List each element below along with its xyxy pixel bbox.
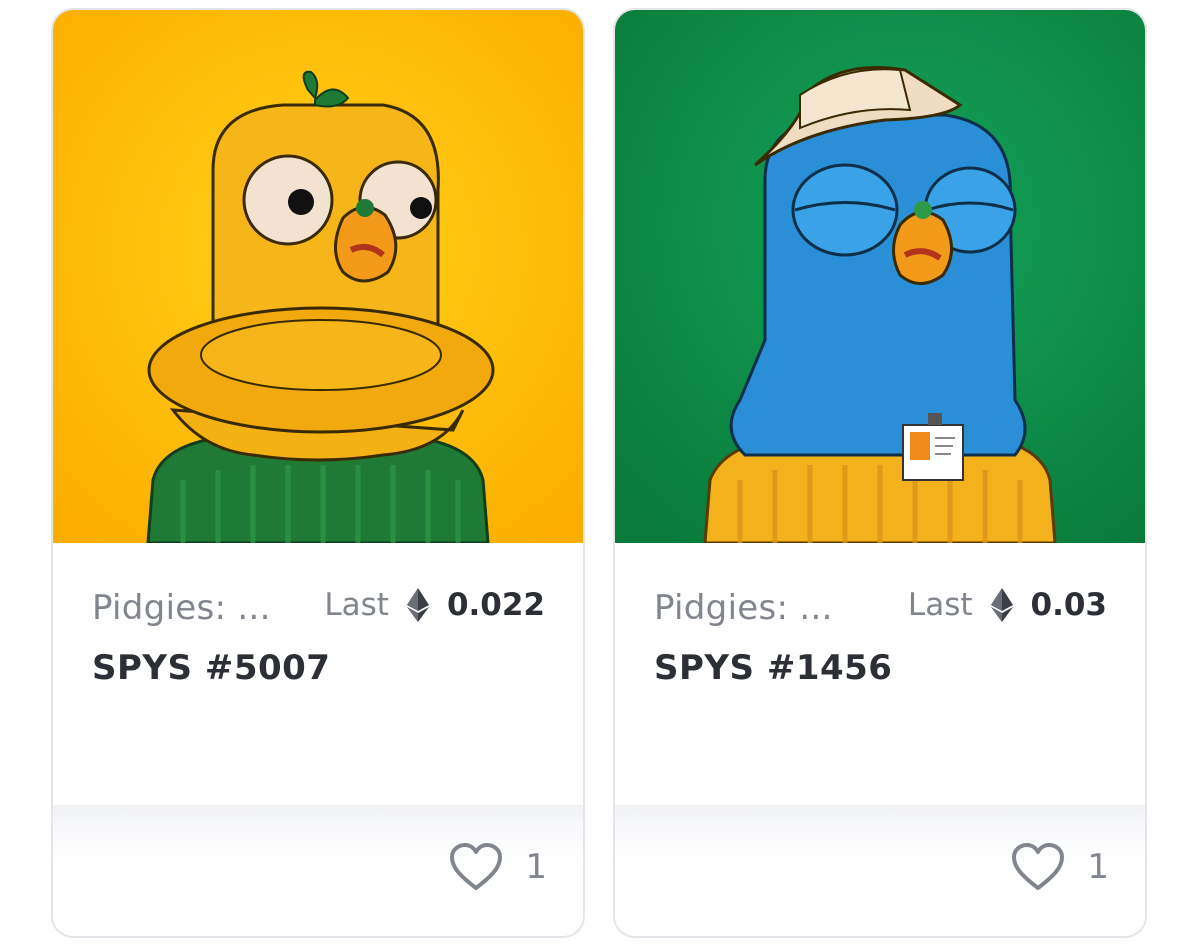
heart-outline-icon[interactable]: [1011, 843, 1065, 891]
nft-image[interactable]: [53, 10, 583, 543]
card-info: Pidgies: ... Last 0.022 SPYS #5007: [53, 543, 583, 805]
nft-card-grid: Pidgies: ... Last 0.022 SPYS #5007 1 Pid…: [0, 0, 1200, 950]
last-price-value: 0.022: [446, 587, 545, 623]
like-button[interactable]: 1: [449, 843, 547, 891]
card-info: Pidgies: ... Last 0.03 SPYS #1456: [615, 543, 1145, 805]
token-name[interactable]: SPYS #5007: [92, 648, 330, 688]
ethereum-icon: [990, 588, 1013, 622]
nft-card[interactable]: Pidgies: ... Last 0.022 SPYS #5007 1: [51, 8, 585, 938]
like-count: 1: [1087, 847, 1109, 887]
like-button[interactable]: 1: [1011, 843, 1109, 891]
card-footer: 1: [615, 805, 1145, 936]
token-name[interactable]: SPYS #1456: [654, 648, 892, 688]
last-price-value: 0.03: [1030, 587, 1108, 623]
like-count: 1: [525, 847, 547, 887]
heart-outline-icon[interactable]: [449, 843, 503, 891]
last-price: Last 0.03: [908, 587, 1107, 623]
collection-name[interactable]: Pidgies: ...: [92, 588, 271, 628]
last-price: Last 0.022: [324, 587, 545, 623]
last-price-label: Last: [324, 587, 389, 623]
last-price-label: Last: [907, 587, 973, 623]
collection-name[interactable]: Pidgies: ...: [654, 588, 833, 628]
card-footer: 1: [53, 805, 583, 936]
nft-image[interactable]: [615, 10, 1145, 543]
nft-card[interactable]: Pidgies: ... Last 0.03 SPYS #1456 1: [613, 8, 1147, 938]
ethereum-icon: [406, 588, 429, 622]
